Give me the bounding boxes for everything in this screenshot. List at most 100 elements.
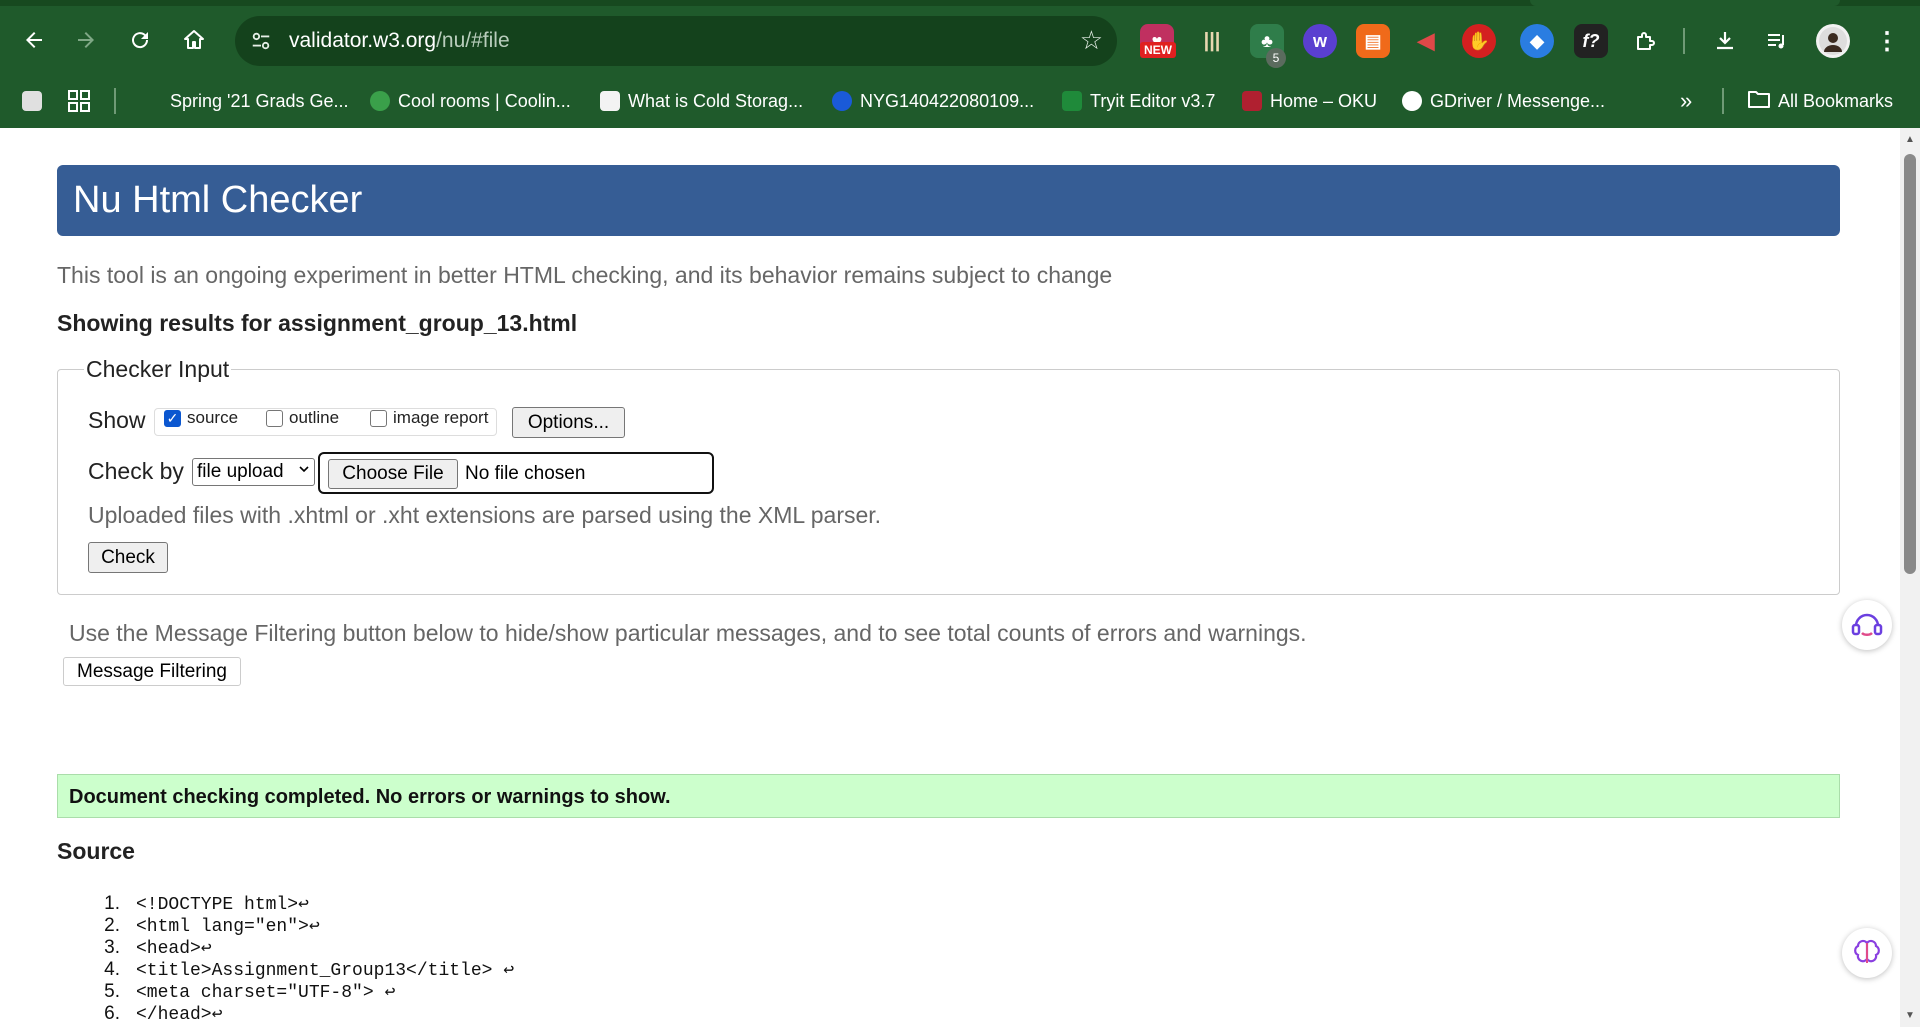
line-number: 5.	[104, 981, 120, 1002]
page-header: Nu Html Checker	[57, 165, 1840, 236]
check-by-label: Check by	[88, 458, 184, 484]
bookmark-label: Spring '21 Grads Ge...	[170, 90, 349, 111]
overflow-chevron-icon: »	[1680, 88, 1693, 113]
bookmarks-overflow-button[interactable]: »	[1680, 86, 1692, 116]
intro-text: This tool is an ongoing experiment in be…	[57, 262, 1113, 288]
source-listing: 1. <!DOCTYPE html>↩ 2. <html lang="en">↩ 3…	[84, 893, 514, 1025]
ai-brain-icon[interactable]	[1842, 928, 1892, 978]
file-input[interactable]: Choose File No file chosen	[318, 452, 714, 494]
line-number: 6.	[104, 1003, 120, 1024]
checkbox-label: source	[187, 408, 239, 427]
active-tab-edge[interactable]	[1530, 0, 1840, 6]
source-line: 5. <meta charset="UTF-8"> ↩	[84, 981, 514, 1003]
extension-bars-icon[interactable]: |||	[1195, 24, 1229, 58]
success-message: Document checking completed. No errors o…	[69, 786, 671, 808]
profile-icon[interactable]	[1816, 24, 1850, 58]
page-scrollbar[interactable]: ▲ ▼	[1900, 128, 1920, 1027]
checkbox-icon[interactable]	[266, 409, 283, 427]
show-source-checkbox[interactable]: ✓ source	[164, 408, 238, 428]
scroll-thumb[interactable]	[1904, 154, 1916, 574]
tab-groups-icon[interactable]	[22, 86, 42, 116]
line-number: 3.	[104, 937, 120, 958]
apps-grid-icon[interactable]	[68, 86, 90, 116]
options-button[interactable]: Options...	[512, 407, 625, 438]
bookmark-item[interactable]: What is Cold Storag...	[600, 86, 803, 116]
forward-icon[interactable]	[66, 20, 106, 60]
line-code: <head>↩	[136, 939, 212, 959]
bookmark-favicon	[600, 91, 620, 111]
all-bookmarks-button[interactable]: All Bookmarks	[1748, 86, 1893, 116]
url-host: validator.w3.org	[289, 29, 437, 52]
back-icon[interactable]	[14, 20, 54, 60]
source-heading: Source	[57, 838, 135, 864]
checkbox-label: image report	[393, 408, 489, 427]
bookmark-item[interactable]: Tryit Editor v3.7	[1062, 86, 1215, 116]
home-icon[interactable]	[174, 20, 214, 60]
checkbox-icon[interactable]	[370, 409, 387, 427]
extension-w-icon[interactable]: w	[1303, 24, 1337, 58]
bookmark-item[interactable]: GDriver / Messenge...	[1402, 86, 1605, 116]
bookmark-item[interactable]: Cool rooms | Coolin...	[370, 86, 571, 116]
show-label: Show	[88, 407, 146, 433]
star-icon[interactable]: ☆	[1080, 25, 1103, 56]
line-number: 4.	[104, 959, 120, 980]
address-bar[interactable]: validator.w3.org/nu/#file ☆	[235, 16, 1117, 66]
extension-drop-icon[interactable]: ◆	[1520, 24, 1554, 58]
show-image-report-checkbox[interactable]: image report	[370, 408, 488, 428]
menu-icon[interactable]: ⋮	[1870, 24, 1904, 58]
bookmarks-bar: Spring '21 Grads Ge... Cool rooms | Cool…	[0, 78, 1920, 124]
bookmark-favicon	[832, 91, 852, 111]
extension-stop-hand-icon[interactable]: ✋	[1462, 24, 1496, 58]
bookmark-item[interactable]: NYG140422080109...	[832, 86, 1034, 116]
source-line: 1. <!DOCTYPE html>↩	[84, 893, 514, 915]
check-by-value: file upload	[197, 461, 284, 482]
line-code: <title>Assignment_Group13</title> ↩	[136, 961, 515, 981]
extension-slides-icon[interactable]: ▤	[1356, 24, 1390, 58]
source-line: 2. <html lang="en">↩	[84, 915, 514, 937]
checkbox-checked-icon[interactable]: ✓	[164, 409, 181, 427]
check-by-select[interactable]: file upload	[192, 458, 315, 486]
download-icon[interactable]	[1708, 24, 1742, 58]
success-banner: Document checking completed. No errors o…	[57, 774, 1840, 818]
tune-icon[interactable]	[247, 27, 275, 55]
folder-icon	[1748, 90, 1770, 113]
media-icon[interactable]	[1760, 24, 1794, 58]
line-number: 2.	[104, 915, 120, 936]
message-filtering-text: Use the Message Filtering button below t…	[69, 620, 1307, 646]
check-button[interactable]: Check	[88, 542, 168, 573]
line-code: <!DOCTYPE html>↩	[136, 895, 309, 915]
source-line: 6. </head>↩	[84, 1003, 514, 1025]
bookmark-favicon	[370, 91, 390, 111]
checker-input-legend: Checker Input	[84, 356, 232, 383]
results-heading: Showing results for assignment_group_13.…	[57, 310, 578, 336]
support-headset-icon[interactable]	[1842, 600, 1892, 650]
bookmark-item[interactable]: Home – OKU	[1242, 86, 1377, 116]
reload-icon[interactable]	[120, 20, 160, 60]
xml-parser-hint: Uploaded files with .xhtml or .xht exten…	[88, 502, 882, 528]
url-path: /nu/#file	[436, 29, 510, 52]
bookmark-label: Tryit Editor v3.7	[1090, 90, 1216, 111]
bookmark-item[interactable]: Spring '21 Grads Ge...	[170, 86, 349, 116]
choose-file-button[interactable]: Choose File	[328, 459, 458, 489]
extensions-puzzle-icon[interactable]	[1629, 24, 1663, 58]
show-outline-checkbox[interactable]: outline	[266, 408, 339, 428]
all-bookmarks-label: All Bookmarks	[1778, 90, 1894, 111]
bookmarks-divider	[1722, 88, 1724, 114]
bookmark-label: GDriver / Messenge...	[1430, 90, 1606, 111]
line-code: <meta charset="UTF-8"> ↩	[136, 983, 396, 1003]
line-code: <html lang="en">↩	[136, 917, 320, 937]
page-content: Nu Html Checker This tool is an ongoing …	[0, 128, 1900, 1027]
file-status-text: No file chosen	[465, 463, 586, 484]
bookmark-label: Home – OKU	[1270, 90, 1378, 111]
browser-toolbar: validator.w3.org/nu/#file ☆ ♥ NEW ||| ♣ …	[0, 8, 1920, 76]
extension-megaphone-icon[interactable]: ◀	[1409, 24, 1443, 58]
url-text[interactable]: validator.w3.org/nu/#file	[289, 29, 510, 53]
source-line: 4. <title>Assignment_Group13</title> ↩	[84, 959, 514, 981]
message-filtering-button[interactable]: Message Filtering	[63, 657, 241, 686]
extension-count-badge: 5	[1266, 48, 1286, 68]
line-number: 1.	[104, 893, 120, 914]
scroll-down-icon[interactable]: ▼	[1905, 1010, 1915, 1021]
page-title: Nu Html Checker	[73, 179, 363, 221]
extension-font-icon[interactable]: f?	[1574, 24, 1608, 58]
scroll-up-icon[interactable]: ▲	[1905, 134, 1915, 145]
